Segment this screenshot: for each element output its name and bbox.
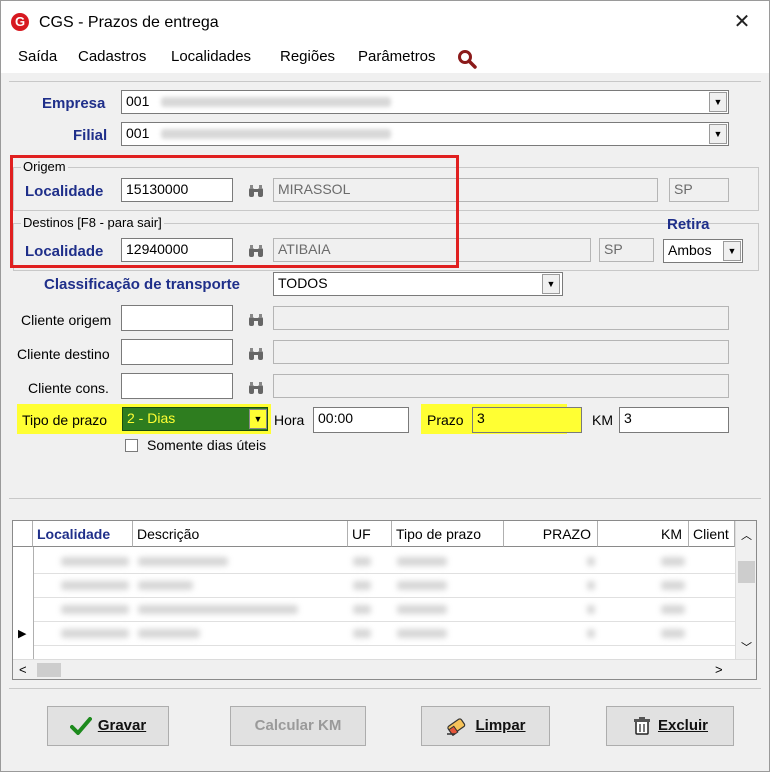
- current-row-pointer-icon: ▶: [18, 628, 27, 640]
- cliente-destino-nome-field: [273, 340, 729, 364]
- scroll-thumb-vertical[interactable]: [738, 561, 755, 583]
- filial-select[interactable]: 001: [121, 122, 729, 146]
- grid-col-tipo-prazo[interactable]: Tipo de prazo: [392, 521, 504, 547]
- tipo-prazo-select[interactable]: 2 - Dias: [122, 407, 268, 431]
- hora-label: Hora: [274, 412, 305, 428]
- grid-col-uf[interactable]: UF: [348, 521, 392, 547]
- app-logo-icon: G: [11, 13, 29, 31]
- menu-localidades[interactable]: Localidades: [171, 48, 251, 65]
- limpar-button-label: Limpar: [475, 717, 526, 734]
- km-label: KM: [592, 412, 613, 428]
- hora-input[interactable]: 00:00: [313, 407, 409, 433]
- grid-col-descricao[interactable]: Descrição: [133, 521, 348, 547]
- filial-code: 001: [126, 125, 150, 141]
- cliente-cons-nome-field: [273, 374, 729, 398]
- empresa-code: 001: [126, 93, 150, 109]
- filial-dropdown-arrow-icon[interactable]: ▼: [709, 124, 727, 144]
- cliente-cons-binoculars-icon[interactable]: [248, 381, 264, 395]
- eraser-icon: [447, 718, 466, 737]
- classificacao-select[interactable]: TODOS: [273, 272, 563, 296]
- grid-indicator-header: [13, 521, 33, 547]
- table-row[interactable]: [13, 621, 735, 646]
- grid-vertical-scrollbar[interactable]: ︿ ﹀: [735, 521, 756, 659]
- somente-dias-uteis-label: Somente dias úteis: [147, 437, 267, 453]
- cliente-destino-input[interactable]: [121, 339, 233, 365]
- somente-dias-uteis-checkbox[interactable]: [125, 439, 138, 452]
- row-indicator-column: [13, 547, 34, 659]
- table-row[interactable]: [13, 573, 735, 598]
- excluir-button-label: Excluir: [657, 717, 709, 734]
- classificacao-label: Classificação de transporte: [44, 276, 240, 293]
- grid-col-client[interactable]: Client: [689, 521, 735, 547]
- empresa-name-redacted: [161, 97, 392, 108]
- origem-uf-field: SP: [669, 178, 729, 202]
- scroll-down-icon[interactable]: ﹀: [741, 639, 752, 655]
- scroll-right-icon[interactable]: >: [715, 662, 723, 677]
- scroll-up-icon[interactable]: ︿: [741, 527, 752, 543]
- menu-cadastros[interactable]: Cadastros: [78, 48, 146, 65]
- title-bar: G CGS - Prazos de entrega ✕: [1, 1, 769, 41]
- grid-col-prazo[interactable]: PRAZO: [504, 521, 598, 547]
- cliente-destino-binoculars-icon[interactable]: [248, 347, 264, 361]
- table-row[interactable]: [13, 597, 735, 622]
- scroll-thumb-horizontal[interactable]: [37, 663, 61, 677]
- retira-dropdown-arrow-icon[interactable]: ▼: [723, 241, 741, 261]
- excluir-button[interactable]: Excluir: [606, 706, 734, 746]
- grid-divider: [9, 498, 761, 499]
- app-window: G CGS - Prazos de entrega ✕ Saída Cadast…: [0, 0, 770, 772]
- top-divider: [9, 81, 761, 82]
- retira-label: Retira: [667, 216, 710, 233]
- filial-label: Filial: [73, 127, 108, 144]
- cliente-origem-nome-field: [273, 306, 729, 330]
- tipo-prazo-label: Tipo de prazo: [22, 412, 108, 428]
- search-icon[interactable]: [457, 49, 477, 69]
- cliente-origem-label: Cliente origem: [21, 312, 112, 328]
- checkmark-icon: [69, 717, 92, 736]
- gravar-button[interactable]: Gravar: [47, 706, 169, 746]
- filial-name-redacted: [161, 129, 392, 140]
- scroll-left-icon[interactable]: <: [19, 662, 27, 677]
- calcular-km-button[interactable]: Calcular KM: [230, 706, 366, 746]
- limpar-button[interactable]: Limpar: [421, 706, 550, 746]
- close-button[interactable]: ✕: [727, 9, 757, 35]
- classificacao-dropdown-arrow-icon[interactable]: ▼: [542, 274, 560, 294]
- prazos-grid[interactable]: Localidade Descrição UF Tipo de prazo PR…: [12, 520, 757, 680]
- gravar-button-label: Gravar: [97, 717, 147, 734]
- menu-saida[interactable]: Saída: [18, 48, 57, 65]
- menu-regioes[interactable]: Regiões: [280, 48, 335, 65]
- prazo-input[interactable]: 3: [472, 407, 582, 433]
- cliente-origem-binoculars-icon[interactable]: [248, 313, 264, 327]
- cliente-cons-input[interactable]: [121, 373, 233, 399]
- table-row[interactable]: [13, 549, 735, 574]
- origem-destino-highlight-box: [10, 155, 459, 268]
- tipo-prazo-dropdown-arrow-icon[interactable]: ▼: [249, 409, 267, 429]
- grid-col-km[interactable]: KM: [598, 521, 689, 547]
- km-input[interactable]: 3: [619, 407, 729, 433]
- menu-parametros[interactable]: Parâmetros: [358, 48, 436, 65]
- grid-horizontal-scrollbar[interactable]: < >: [13, 659, 756, 679]
- menu-bar: Saída Cadastros Localidades Regiões Parâ…: [1, 41, 769, 73]
- empresa-label: Empresa: [42, 95, 106, 112]
- empresa-select[interactable]: 001: [121, 90, 729, 114]
- cliente-destino-label: Cliente destino: [17, 346, 110, 362]
- prazo-label: Prazo: [427, 412, 464, 428]
- buttons-divider: [9, 688, 761, 689]
- trash-icon: [633, 717, 650, 735]
- cliente-origem-input[interactable]: [121, 305, 233, 331]
- calcular-km-button-label: Calcular KM: [254, 717, 342, 734]
- window-title: CGS - Prazos de entrega: [39, 14, 219, 31]
- cliente-cons-label: Cliente cons.: [28, 380, 109, 396]
- empresa-dropdown-arrow-icon[interactable]: ▼: [709, 92, 727, 112]
- grid-col-localidade[interactable]: Localidade: [33, 521, 133, 547]
- destinos-uf-field: SP: [599, 238, 654, 262]
